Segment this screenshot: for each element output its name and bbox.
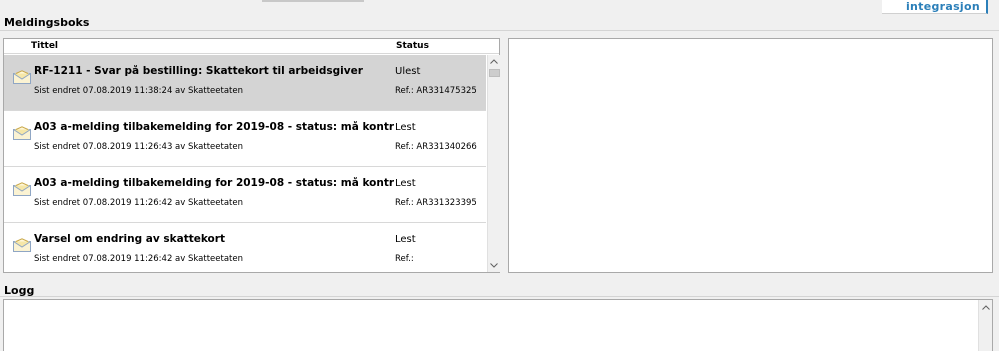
chevron-up-icon[interactable] bbox=[488, 55, 500, 68]
scrollbar-thumb[interactable] bbox=[489, 69, 500, 77]
log-scrollbar[interactable] bbox=[978, 300, 992, 351]
message-list-scrollbar[interactable] bbox=[487, 55, 500, 272]
message-ref: Ref.: bbox=[395, 254, 414, 264]
message-modified: Sist endret 07.08.2019 11:38:24 av Skatt… bbox=[34, 86, 243, 96]
message-title: A03 a-melding tilbakemelding for 2019-08… bbox=[34, 177, 394, 189]
top-strip bbox=[262, 0, 364, 2]
logo-text: integrasjon bbox=[905, 0, 980, 13]
message-modified: Sist endret 07.08.2019 11:26:42 av Skatt… bbox=[34, 198, 243, 208]
chevron-down-icon[interactable] bbox=[488, 259, 500, 272]
message-status: Lest bbox=[395, 122, 416, 133]
inbox-title: Meldingsboks bbox=[4, 16, 90, 29]
envelope-icon bbox=[13, 238, 31, 252]
log-divider bbox=[0, 296, 999, 297]
message-list-header: Tittel Status bbox=[4, 39, 499, 54]
inbox-divider bbox=[0, 30, 999, 31]
message-status: Lest bbox=[395, 178, 416, 189]
envelope-icon bbox=[13, 182, 31, 196]
message-title: Varsel om endring av skattekort bbox=[34, 233, 225, 245]
message-modified: Sist endret 07.08.2019 11:26:43 av Skatt… bbox=[34, 142, 243, 152]
message-ref: Ref.: AR331475325 bbox=[395, 86, 477, 96]
message-rows: RF-1211 - Svar på bestilling: Skattekort… bbox=[4, 55, 486, 272]
message-row[interactable]: A03 a-melding tilbakemelding for 2019-08… bbox=[4, 167, 486, 223]
message-ref: Ref.: AR331340266 bbox=[395, 142, 477, 152]
message-row[interactable]: A03 a-melding tilbakemelding for 2019-08… bbox=[4, 111, 486, 167]
column-header-status[interactable]: Status bbox=[396, 41, 429, 51]
message-status: Ulest bbox=[395, 66, 421, 77]
envelope-icon bbox=[13, 70, 31, 84]
message-ref: Ref.: AR331323395 bbox=[395, 198, 477, 208]
message-row[interactable]: Varsel om endring av skattekort Sist end… bbox=[4, 223, 486, 272]
column-header-title[interactable]: Tittel bbox=[31, 41, 58, 51]
message-title: RF-1211 - Svar på bestilling: Skattekort… bbox=[34, 65, 363, 77]
chevron-up-icon[interactable] bbox=[979, 301, 992, 314]
message-list[interactable]: Tittel Status RF-1211 - Svar på bestilli… bbox=[3, 38, 500, 273]
integrasjon-logo: integrasjon bbox=[882, 0, 988, 14]
message-status: Lest bbox=[395, 234, 416, 245]
log-area[interactable] bbox=[3, 299, 993, 351]
message-preview[interactable] bbox=[508, 38, 993, 273]
message-modified: Sist endret 07.08.2019 11:26:42 av Skatt… bbox=[34, 254, 243, 264]
message-row[interactable]: RF-1211 - Svar på bestilling: Skattekort… bbox=[4, 55, 486, 111]
message-title: A03 a-melding tilbakemelding for 2019-08… bbox=[34, 121, 394, 133]
envelope-icon bbox=[13, 126, 31, 140]
